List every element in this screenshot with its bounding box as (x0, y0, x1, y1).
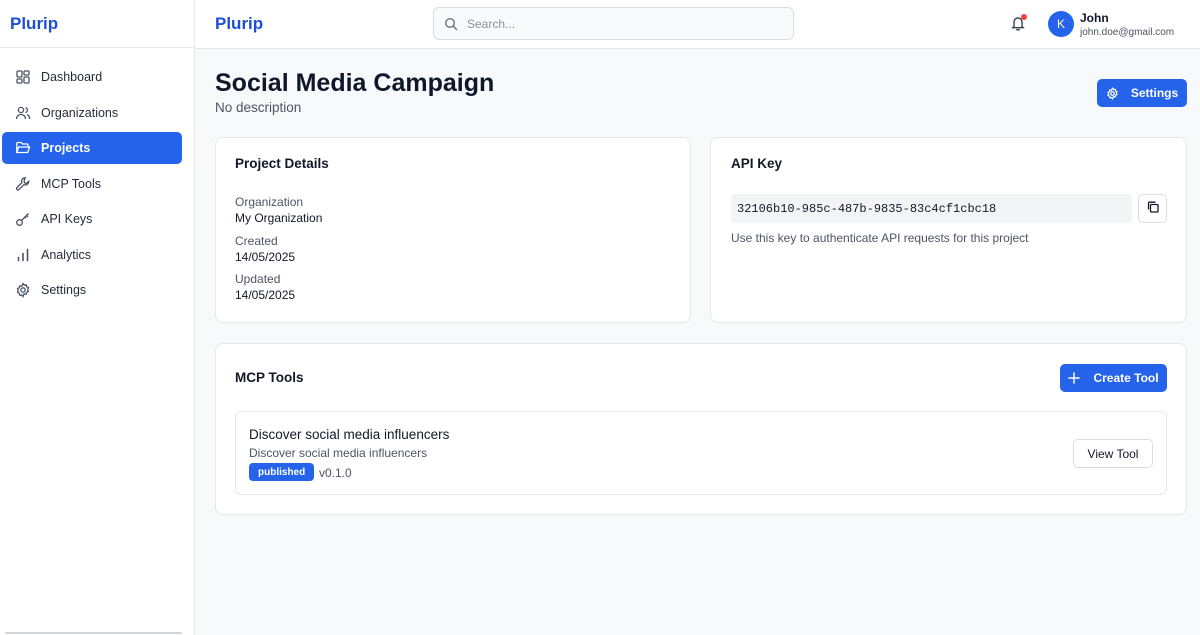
created-label: Created (235, 234, 278, 248)
updated-label: Updated (235, 272, 281, 286)
grid-icon (15, 69, 31, 85)
mcp-tools-card: MCP Tools Create Tool Discover social me… (215, 343, 1187, 515)
created-value: 14/05/2025 (235, 250, 296, 264)
sidebar-item-label: Analytics (41, 247, 92, 262)
organization-label: Organization (235, 195, 304, 209)
api-key-card: API Key 32106b10-985c-487b-9835-83c4cf1c… (710, 137, 1187, 323)
key-icon (15, 211, 31, 227)
avatar[interactable]: K (1048, 11, 1074, 37)
search-bar[interactable] (433, 7, 794, 40)
search-input[interactable] (467, 16, 767, 31)
tool-description: Discover social media influencers (249, 446, 428, 460)
updated-value: 14/05/2025 (235, 288, 296, 302)
tool-version: v0.1.0 (319, 466, 352, 480)
sidebar-item-organizations[interactable]: Organizations (2, 97, 192, 129)
project-details-title: Project Details (235, 156, 329, 171)
sidebar-item-analytics[interactable]: Analytics (2, 239, 192, 271)
copy-api-key-button[interactable] (1138, 194, 1167, 223)
copy-icon (1146, 200, 1160, 217)
api-key-title: API Key (731, 156, 783, 171)
sidebar-item-settings[interactable]: Settings (2, 274, 192, 306)
tool-name: Discover social media influencers (249, 427, 450, 442)
settings-button[interactable]: Settings (1097, 79, 1187, 107)
sidebar-brand-logo[interactable]: Plurip (0, 0, 194, 48)
folder-open-icon (15, 140, 31, 156)
sidebar-item-label: Settings (41, 283, 87, 297)
sidebar-item-dashboard[interactable]: Dashboard (2, 61, 192, 93)
project-details-card: Project Details Organization My Organiza… (215, 137, 691, 323)
page-subtitle: No description (215, 100, 302, 115)
notification-dot (1021, 14, 1027, 20)
user-name: John (1080, 11, 1109, 25)
sidebar-item-label: MCP Tools (41, 176, 101, 191)
api-key-value[interactable]: 32106b10-985c-487b-9835-83c4cf1cbc18 (731, 194, 1132, 223)
organization-value: My Organization (235, 211, 323, 225)
gear-icon (1106, 86, 1119, 100)
sidebar-item-api-keys[interactable]: API Keys (2, 203, 192, 235)
users-icon (15, 105, 31, 121)
plus-icon (1068, 372, 1081, 384)
notifications-button[interactable] (1010, 14, 1027, 31)
bar-chart-icon (15, 247, 31, 263)
view-tool-button[interactable]: View Tool (1073, 439, 1153, 468)
api-key-help-text: Use this key to authenticate API request… (731, 231, 1029, 245)
status-badge: published (249, 463, 315, 481)
wrench-icon (15, 176, 31, 192)
create-tool-button[interactable]: Create Tool (1060, 364, 1167, 392)
user-email: john.doe@gmail.com (1080, 27, 1175, 38)
gear-icon (15, 282, 31, 298)
top-header: Plurip K John john.doe@gmail.com (195, 0, 1200, 49)
sidebar-item-mcp-tools[interactable]: MCP Tools (2, 168, 192, 200)
sidebar-item-label: API Keys (41, 212, 93, 226)
page-title: Social Media Campaign (215, 69, 495, 97)
sidebar-item-label: Organizations (41, 105, 119, 120)
search-icon (444, 17, 458, 31)
sidebar-item-label: Dashboard (41, 70, 103, 84)
create-tool-label: Create Tool (1093, 371, 1159, 385)
sidebar-nav: Dashboard Organizations Projects MCP Too… (0, 48, 194, 306)
sidebar-item-projects[interactable]: Projects (2, 132, 182, 164)
bell-icon (1010, 17, 1026, 35)
mcp-tools-title: MCP Tools (235, 370, 304, 385)
sidebar: Plurip Dashboard Organizations Projects … (0, 0, 195, 635)
settings-button-label: Settings (1130, 86, 1179, 100)
tool-list-item: Discover social media influencers Discov… (235, 411, 1167, 495)
header-brand-logo[interactable]: Plurip (215, 14, 263, 34)
sidebar-item-label: Projects (41, 141, 91, 155)
sidebar-scrollbar[interactable] (5, 632, 182, 634)
